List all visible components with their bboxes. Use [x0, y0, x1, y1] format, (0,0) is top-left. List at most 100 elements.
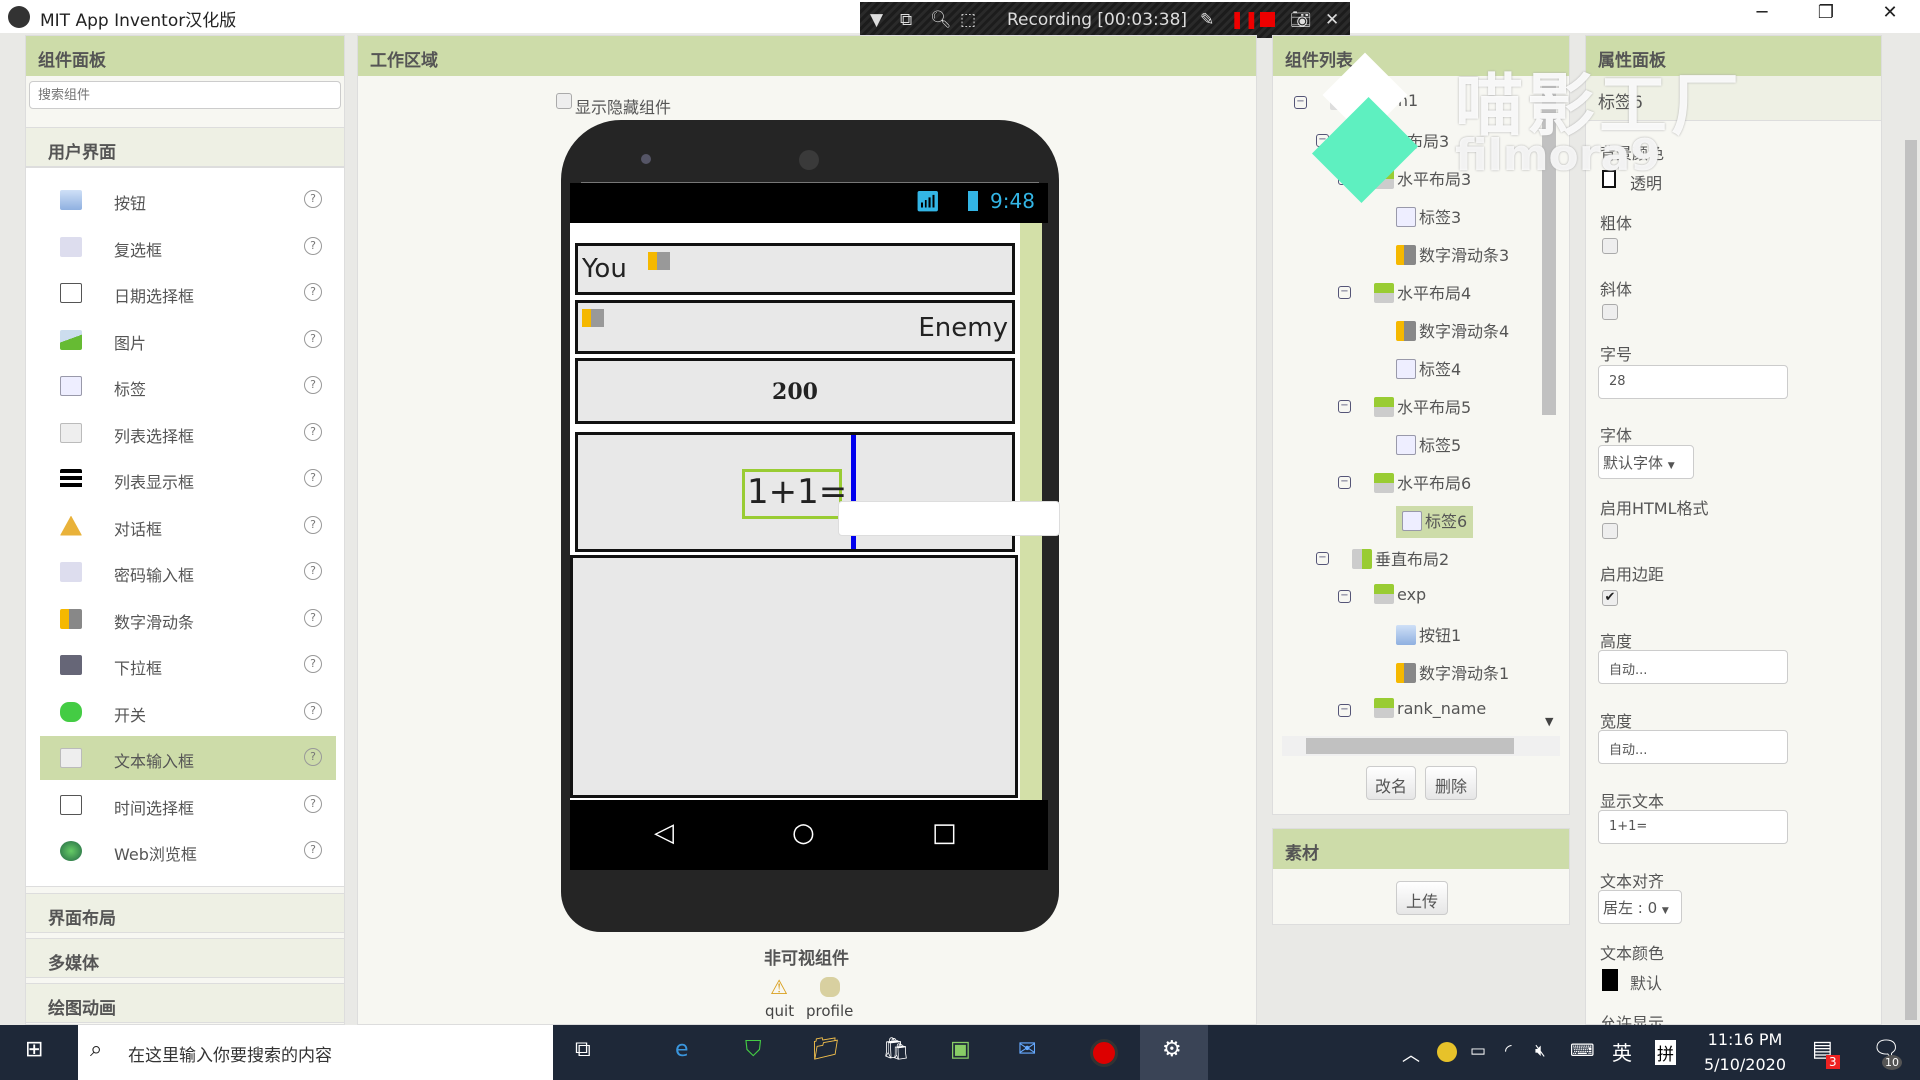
help-icon[interactable]: ?	[304, 748, 322, 766]
close-button[interactable]: ✕	[1870, 2, 1910, 30]
collapse-icon[interactable]: −	[1338, 476, 1351, 489]
home-icon[interactable]: ○	[792, 818, 815, 848]
tree-node[interactable]: 数字滑动条3	[1396, 242, 1509, 268]
category-media[interactable]: 多媒体	[25, 938, 345, 978]
palette-item[interactable]: 复选框?	[40, 225, 336, 269]
collapse-icon[interactable]: −	[1338, 400, 1351, 413]
recorder-app-icon[interactable]	[1090, 1039, 1118, 1067]
store-icon[interactable]: 🛍︎	[882, 1037, 910, 1062]
tree-node[interactable]: 标签5	[1396, 432, 1461, 458]
network-icon[interactable]: ◜	[1505, 1041, 1512, 1061]
clock-date[interactable]: 5/10/2020	[1700, 1055, 1790, 1074]
help-icon[interactable]: ?	[304, 329, 322, 348]
collapse-icon[interactable]: −	[1316, 552, 1329, 565]
text-color-swatch[interactable]	[1602, 969, 1618, 991]
clock-time[interactable]: 11:16 PM	[1700, 1030, 1790, 1049]
palette-item[interactable]: 标签?	[40, 364, 336, 408]
nonvisible-quit[interactable]: quit	[765, 1002, 794, 1020]
tree-node[interactable]: 标签4	[1396, 356, 1461, 382]
tree-node[interactable]: 标签6	[1396, 506, 1474, 538]
help-icon[interactable]: ?	[304, 190, 322, 208]
category-drawing[interactable]: 绘图动画	[25, 983, 345, 1023]
scroll-down-icon[interactable]: ▼	[1545, 715, 1553, 728]
palette-item[interactable]: 对话框?	[40, 504, 336, 548]
back-icon[interactable]: ◁	[654, 818, 674, 848]
row-enemy[interactable]: Enemy	[575, 300, 1015, 354]
tree-node[interactable]: 标签3	[1396, 204, 1461, 230]
rename-button[interactable]: 改名	[1366, 766, 1416, 800]
collapse-icon[interactable]: −	[1338, 286, 1351, 299]
help-icon[interactable]: ?	[304, 283, 322, 301]
help-icon[interactable]: ?	[304, 701, 322, 720]
show-hidden-icons[interactable]: ︿	[1402, 1041, 1420, 1067]
help-icon[interactable]: ?	[304, 608, 322, 627]
palette-item[interactable]: 密码输入框?	[40, 550, 336, 594]
html-checkbox[interactable]	[1602, 523, 1618, 539]
height-input[interactable]: 自动...	[1598, 650, 1788, 684]
collapse-icon[interactable]: −	[1338, 590, 1351, 603]
component-search-input[interactable]	[29, 81, 341, 109]
help-icon[interactable]: ?	[304, 794, 322, 813]
tree-node[interactable]: 垂直布局2	[1352, 546, 1449, 572]
taskbar-search[interactable]: ⌕ 在这里输入你要搜索的内容	[78, 1025, 553, 1080]
image-app-icon[interactable]: ▣	[950, 1037, 971, 1062]
help-icon[interactable]: ?	[304, 655, 322, 673]
360-security-icon[interactable]	[1437, 1042, 1457, 1062]
palette-item[interactable]: 日期选择框?	[40, 271, 336, 315]
tree-node[interactable]: 按钮1	[1396, 622, 1461, 648]
palette-item[interactable]: 下拉框?	[40, 643, 336, 687]
tree-node[interactable]: 水平布局4	[1374, 280, 1471, 306]
tree-node[interactable]: 数字滑动条1	[1396, 660, 1509, 686]
keyboard-icon[interactable]: ⌨	[1570, 1041, 1595, 1061]
palette-item[interactable]: 文本输入框?	[40, 736, 336, 780]
palette-item[interactable]: 数字滑动条?	[40, 597, 336, 641]
dropdown-icon[interactable]: ▼	[870, 10, 883, 30]
pen-icon[interactable]: ✎	[1200, 10, 1214, 30]
minimize-button[interactable]: ─	[1742, 2, 1782, 30]
delete-button[interactable]: 删除	[1425, 766, 1477, 800]
volume-muted-icon[interactable]: 🔇︎	[1535, 1041, 1546, 1061]
bold-checkbox[interactable]	[1602, 238, 1618, 254]
palette-item[interactable]: 列表显示框?	[40, 457, 336, 501]
scroll-thumb[interactable]	[1306, 738, 1514, 754]
palette-item[interactable]: 时间选择框?	[40, 783, 336, 827]
region-icon[interactable]: ⬚	[960, 10, 976, 30]
text-color-value[interactable]: 默认	[1630, 970, 1662, 994]
width-input[interactable]: 自动...	[1598, 730, 1788, 764]
tree-horizontal-scrollbar[interactable]	[1282, 736, 1560, 756]
font-size-input[interactable]: 28	[1598, 365, 1788, 399]
row-score[interactable]: 200	[575, 358, 1015, 424]
collapse-icon[interactable]: −	[1338, 704, 1351, 717]
active-app[interactable]: ⚙	[1140, 1025, 1208, 1080]
palette-item[interactable]: 列表选择框?	[40, 411, 336, 455]
recent-apps-icon[interactable]: □	[932, 818, 957, 848]
ime-mode[interactable]: 拼	[1655, 1040, 1676, 1065]
help-icon[interactable]: ?	[304, 376, 322, 394]
palette-item[interactable]: Web浏览框?	[40, 829, 336, 873]
italic-checkbox[interactable]	[1602, 304, 1618, 320]
collapse-icon[interactable]: −	[1294, 96, 1307, 109]
palette-item[interactable]: 开关?	[40, 690, 336, 734]
camera-icon[interactable]: 📷︎	[1290, 10, 1312, 30]
text-input[interactable]: 1+1=	[1598, 810, 1788, 844]
mail-icon[interactable]: ✉	[1018, 1037, 1036, 1062]
tree-node[interactable]: 水平布局6	[1374, 470, 1471, 496]
dragged-textbox[interactable]	[838, 501, 1060, 536]
edge-icon[interactable]: e	[675, 1037, 689, 1062]
tree-node[interactable]: 水平布局5	[1374, 394, 1471, 420]
row-you[interactable]: You	[575, 243, 1015, 295]
window-icon[interactable]: ⧉	[900, 10, 912, 30]
close-icon[interactable]: ✕	[1325, 10, 1339, 30]
battery-icon[interactable]: ▭	[1470, 1041, 1486, 1061]
help-icon[interactable]: ?	[304, 422, 322, 441]
zoom-icon[interactable]: 🔍︎	[930, 10, 952, 30]
help-icon[interactable]: ?	[304, 236, 322, 255]
ime-language[interactable]: 英	[1612, 1037, 1632, 1066]
windows-start-icon[interactable]: ⊞	[25, 1037, 43, 1062]
help-icon[interactable]: ?	[304, 562, 322, 580]
task-view-icon[interactable]: ⧉	[575, 1037, 591, 1062]
margin-checkbox[interactable]: ✔	[1602, 590, 1618, 606]
show-hidden-checkbox[interactable]	[556, 93, 572, 109]
help-icon[interactable]: ?	[304, 841, 322, 859]
tree-node[interactable]: exp	[1374, 584, 1426, 610]
